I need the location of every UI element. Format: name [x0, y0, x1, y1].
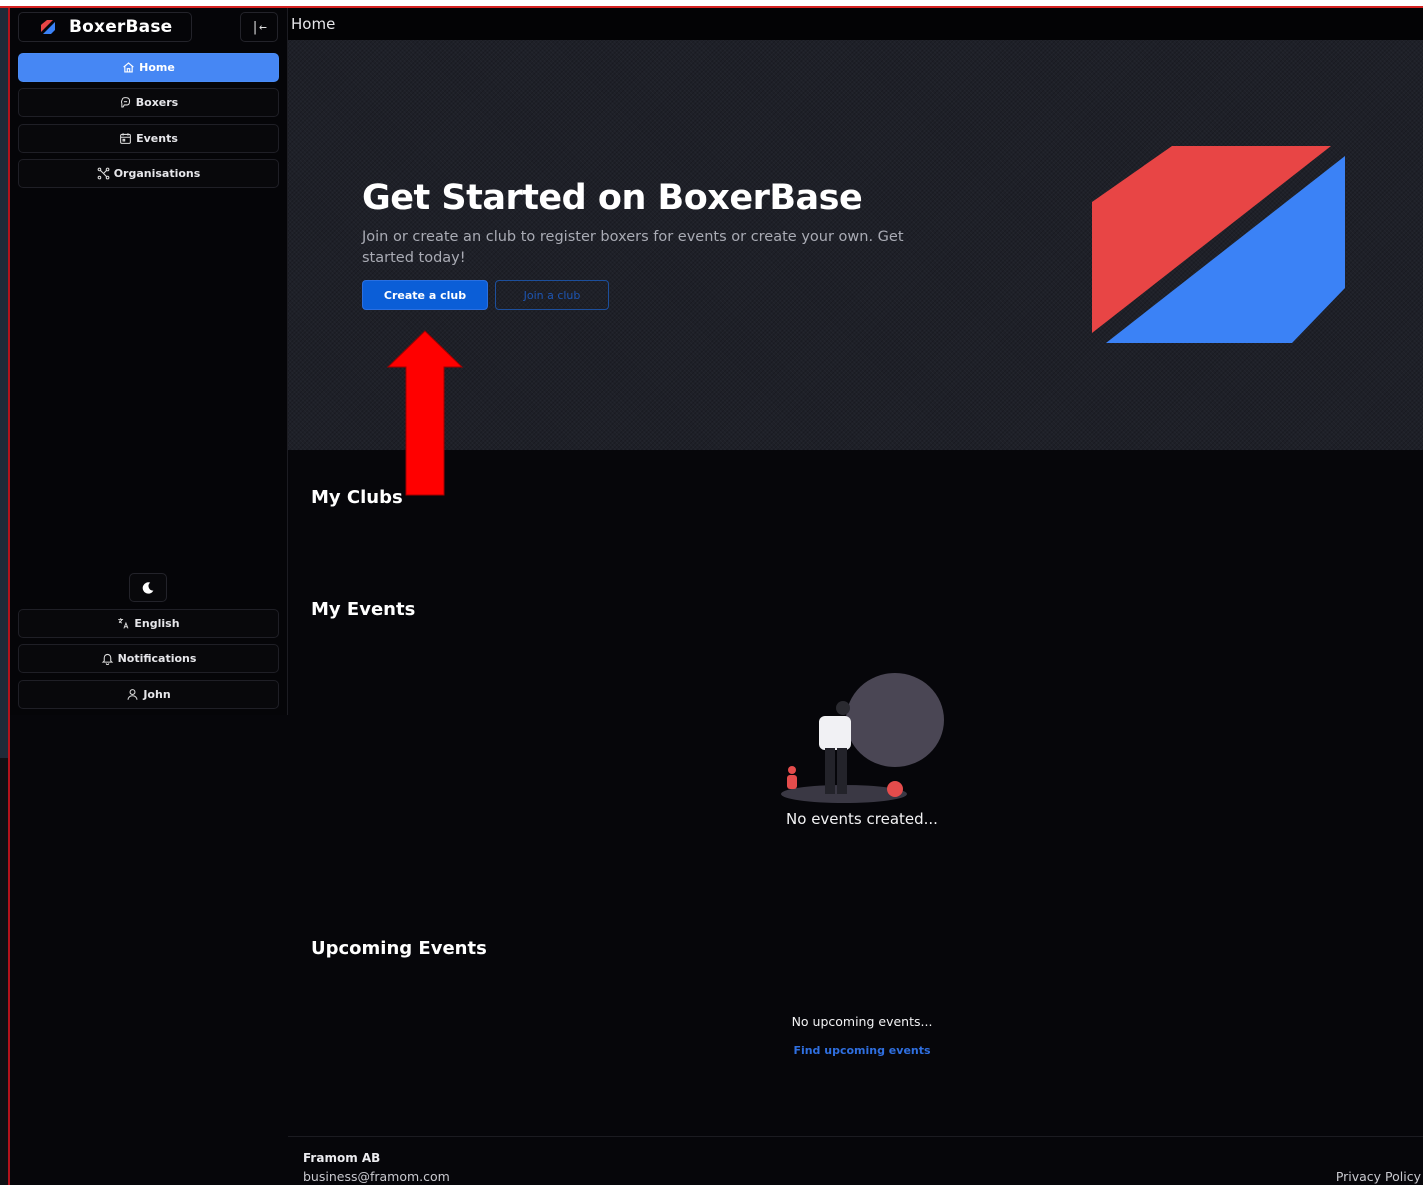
hero-title: Get Started on BoxerBase [362, 178, 863, 218]
network-icon [97, 167, 110, 180]
collapse-icon: |← [251, 19, 267, 35]
user-profile-button[interactable]: John [18, 680, 279, 709]
sidebar-item-label: Home [139, 61, 175, 74]
sidebar-item-label: Events [136, 132, 178, 145]
sidebar-item-boxers[interactable]: Boxers [18, 88, 279, 117]
brand-name: BoxerBase [69, 17, 173, 37]
annotation-arrow-icon [386, 330, 464, 496]
hero-subtitle: Join or create an club to register boxer… [362, 229, 904, 266]
no-events-message: No events created... [786, 810, 938, 828]
brand-link[interactable]: BoxerBase [18, 12, 192, 42]
page-title: Home [291, 15, 336, 33]
collapse-sidebar-button[interactable]: |← [240, 12, 278, 42]
sidebar-item-home[interactable]: Home [18, 53, 279, 82]
sidebar-item-organisations[interactable]: Organisations [18, 159, 279, 188]
user-icon [127, 689, 138, 700]
sidebar-item-label: Organisations [113, 167, 201, 180]
no-upcoming-events-message: No upcoming events... [791, 1014, 933, 1029]
sidebar-item-label: Boxers [135, 96, 179, 109]
window-left-border [0, 8, 10, 1185]
sidebar: BoxerBase |← Home Boxers Events Organisa… [10, 8, 288, 715]
moon-icon [142, 581, 154, 594]
bell-icon [101, 653, 113, 665]
boxerbase-hero-logo [1092, 146, 1345, 343]
footer-company-name: Framom AB [303, 1151, 381, 1165]
calendar-icon [120, 133, 131, 144]
home-icon [123, 62, 134, 73]
notifications-button[interactable]: Notifications [18, 644, 279, 673]
my-clubs-heading: My Clubs [311, 487, 403, 508]
join-club-button[interactable]: Join a club [495, 280, 609, 310]
window-top-border [0, 0, 1423, 8]
privacy-policy-link[interactable]: Privacy Policy [1336, 1169, 1421, 1184]
translate-icon [118, 618, 129, 629]
empty-events-illustration [781, 673, 944, 803]
user-name-label: John [143, 688, 171, 701]
create-club-button[interactable]: Create a club [362, 280, 488, 310]
language-label: English [134, 617, 180, 630]
theme-toggle-button[interactable] [129, 573, 167, 602]
language-selector[interactable]: English [18, 609, 279, 638]
boxing-glove-icon [120, 97, 130, 108]
upcoming-events-heading: Upcoming Events [311, 938, 487, 959]
notifications-label: Notifications [117, 652, 197, 665]
boxerbase-logo-icon [41, 20, 55, 34]
top-bar: Home [288, 8, 1423, 40]
footer: Framom AB business@framom.com Privacy Po… [288, 1136, 1423, 1185]
find-upcoming-events-link[interactable]: Find upcoming events [700, 1044, 1024, 1057]
my-events-heading: My Events [311, 599, 416, 620]
footer-email-link[interactable]: business@framom.com [303, 1169, 450, 1184]
sidebar-item-events[interactable]: Events [18, 124, 279, 153]
